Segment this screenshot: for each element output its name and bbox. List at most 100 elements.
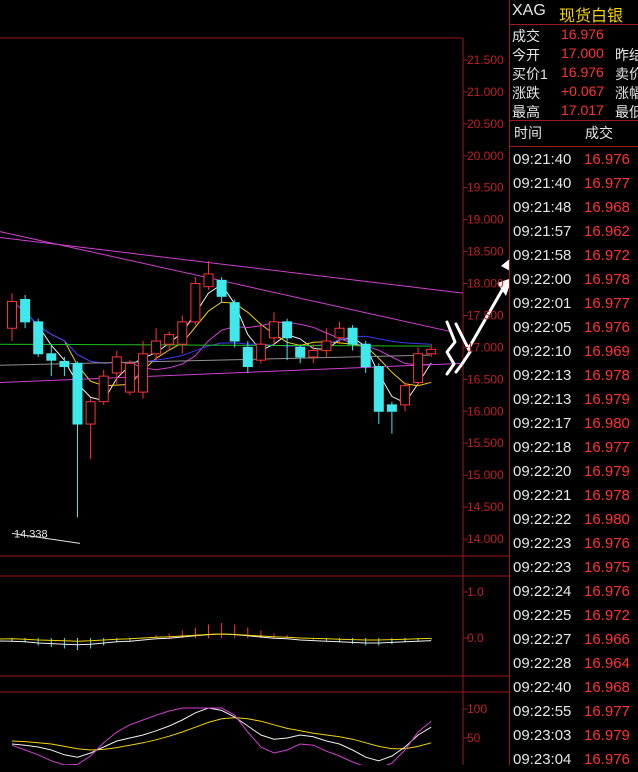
candle-body <box>7 300 17 329</box>
trade-row[interactable]: 09:22:55 16.977 <box>510 700 638 724</box>
candle[interactable] <box>72 361 83 518</box>
trade-row[interactable]: 09:22:28 16.964 <box>510 652 638 676</box>
trade-row[interactable]: 09:21:58 16.972 <box>510 244 638 268</box>
trade-time: 09:22:05 <box>513 319 572 336</box>
candle[interactable] <box>98 369 109 405</box>
trade-row[interactable]: 09:22:18 16.977 <box>510 436 638 460</box>
axis-label: 17.000 <box>467 340 504 354</box>
trades-header-price: 成交 <box>585 125 613 141</box>
axis-label: 1.0 <box>467 585 484 599</box>
trade-row[interactable]: 09:22:10 16.969 <box>510 340 638 364</box>
kdj-k-line <box>11 707 432 762</box>
candle[interactable] <box>400 382 410 412</box>
trade-price: 16.964 <box>584 655 630 672</box>
kline-chart[interactable]: 14.338 21.500 21.000 20.500 20.000 19.500 19.… <box>0 0 509 765</box>
trade-row[interactable]: 09:22:24 16.976 <box>510 580 638 604</box>
candle-body <box>242 346 253 368</box>
candle[interactable] <box>269 312 279 345</box>
candle[interactable] <box>229 299 240 348</box>
candle[interactable] <box>59 356 70 377</box>
candle-body <box>334 327 345 339</box>
candle[interactable] <box>203 261 214 290</box>
candle[interactable] <box>216 277 227 303</box>
candle[interactable] <box>295 344 306 364</box>
trade-price: 16.978 <box>584 271 630 288</box>
candle[interactable] <box>177 315 188 354</box>
candle[interactable] <box>413 347 424 386</box>
axis-label: 21.500 <box>467 53 504 67</box>
trade-time: 09:22:55 <box>513 703 572 720</box>
trade-price: 16.977 <box>584 175 630 192</box>
quote-value: 17.000 <box>561 45 604 61</box>
candle[interactable] <box>151 328 162 361</box>
candle[interactable] <box>164 331 175 351</box>
trade-price: 16.979 <box>584 463 630 480</box>
trade-row[interactable]: 09:21:40 16.976 <box>510 148 638 172</box>
quote-label-secondary: 卖价 <box>615 66 638 82</box>
axis-label: 50 <box>467 731 481 745</box>
candle[interactable] <box>347 325 358 351</box>
candle[interactable] <box>124 360 135 396</box>
axis-label: 19.000 <box>467 213 504 227</box>
candle-body <box>164 334 175 345</box>
trade-row[interactable]: 09:22:05 16.976 <box>510 316 638 340</box>
axis-label: 18.000 <box>467 277 504 291</box>
trade-row[interactable]: 09:22:27 16.966 <box>510 628 638 652</box>
trade-row[interactable]: 09:22:13 16.978 <box>510 364 638 388</box>
candle-body <box>124 362 135 393</box>
candle-body <box>400 385 410 406</box>
trade-price: 16.966 <box>584 631 630 648</box>
trade-price: 16.978 <box>584 367 630 384</box>
candle[interactable] <box>321 328 332 357</box>
quote-label-secondary: 昨结 <box>615 47 638 63</box>
candle[interactable] <box>111 350 122 386</box>
trade-time: 09:21:40 <box>513 175 572 192</box>
axis-label: 16.500 <box>467 372 504 386</box>
trade-row[interactable]: 09:22:25 16.972 <box>510 604 638 628</box>
trade-row[interactable]: 09:23:03 16.979 <box>510 724 638 748</box>
trade-row[interactable]: 09:22:20 16.979 <box>510 460 638 484</box>
candle[interactable] <box>308 344 319 364</box>
moving-average-lines <box>0 283 432 404</box>
candle-body <box>177 321 188 345</box>
trade-row[interactable]: 09:22:13 16.979 <box>510 388 638 412</box>
trade-row[interactable]: 09:22:21 16.978 <box>510 484 638 508</box>
trade-time: 09:22:21 <box>513 487 572 504</box>
trade-price: 16.976 <box>584 583 630 600</box>
candle[interactable] <box>190 277 201 326</box>
candle[interactable] <box>360 341 371 373</box>
candlestick-series[interactable] <box>7 261 437 518</box>
candle[interactable] <box>386 401 397 434</box>
trade-row[interactable]: 09:22:40 16.968 <box>510 676 638 700</box>
trade-price: 16.968 <box>584 199 630 216</box>
trade-time: 09:21:40 <box>513 151 572 168</box>
trade-row[interactable]: 09:22:23 16.975 <box>510 556 638 580</box>
trade-row[interactable]: 09:22:01 16.977 <box>510 292 638 316</box>
candle[interactable] <box>138 341 148 399</box>
trade-row[interactable]: 09:21:48 16.968 <box>510 196 638 220</box>
candle[interactable] <box>7 293 17 342</box>
trade-row[interactable]: 09:22:22 16.980 <box>510 508 638 532</box>
candle[interactable] <box>20 295 31 329</box>
trade-row[interactable]: 09:22:23 16.976 <box>510 532 638 556</box>
axis-label: 15.000 <box>467 468 504 482</box>
candle[interactable] <box>373 363 384 425</box>
axis-label: 0.0 <box>467 631 484 645</box>
trade-row[interactable]: 09:22:00 16.978 <box>510 268 638 292</box>
trade-row[interactable]: 09:21:57 16.962 <box>510 220 638 244</box>
trade-price: 16.968 <box>584 679 630 696</box>
candle-body <box>373 366 384 412</box>
chart-area[interactable]: 14.338 21.500 21.000 20.500 20.000 19.500 19.… <box>0 0 509 765</box>
candle[interactable] <box>255 325 266 364</box>
quote-value: 16.976 <box>561 26 604 42</box>
trade-time: 09:22:22 <box>513 511 572 528</box>
candle[interactable] <box>282 318 293 361</box>
trade-time: 09:22:13 <box>513 391 572 408</box>
trade-time: 09:22:23 <box>513 535 572 552</box>
trade-row[interactable]: 09:23:04 16.976 <box>510 748 638 772</box>
quote-label: 最高 <box>512 104 540 120</box>
candle[interactable] <box>85 398 96 460</box>
candle[interactable] <box>33 318 44 357</box>
trade-row[interactable]: 09:22:17 16.980 <box>510 412 638 436</box>
trade-row[interactable]: 09:21:40 16.977 <box>510 172 638 196</box>
